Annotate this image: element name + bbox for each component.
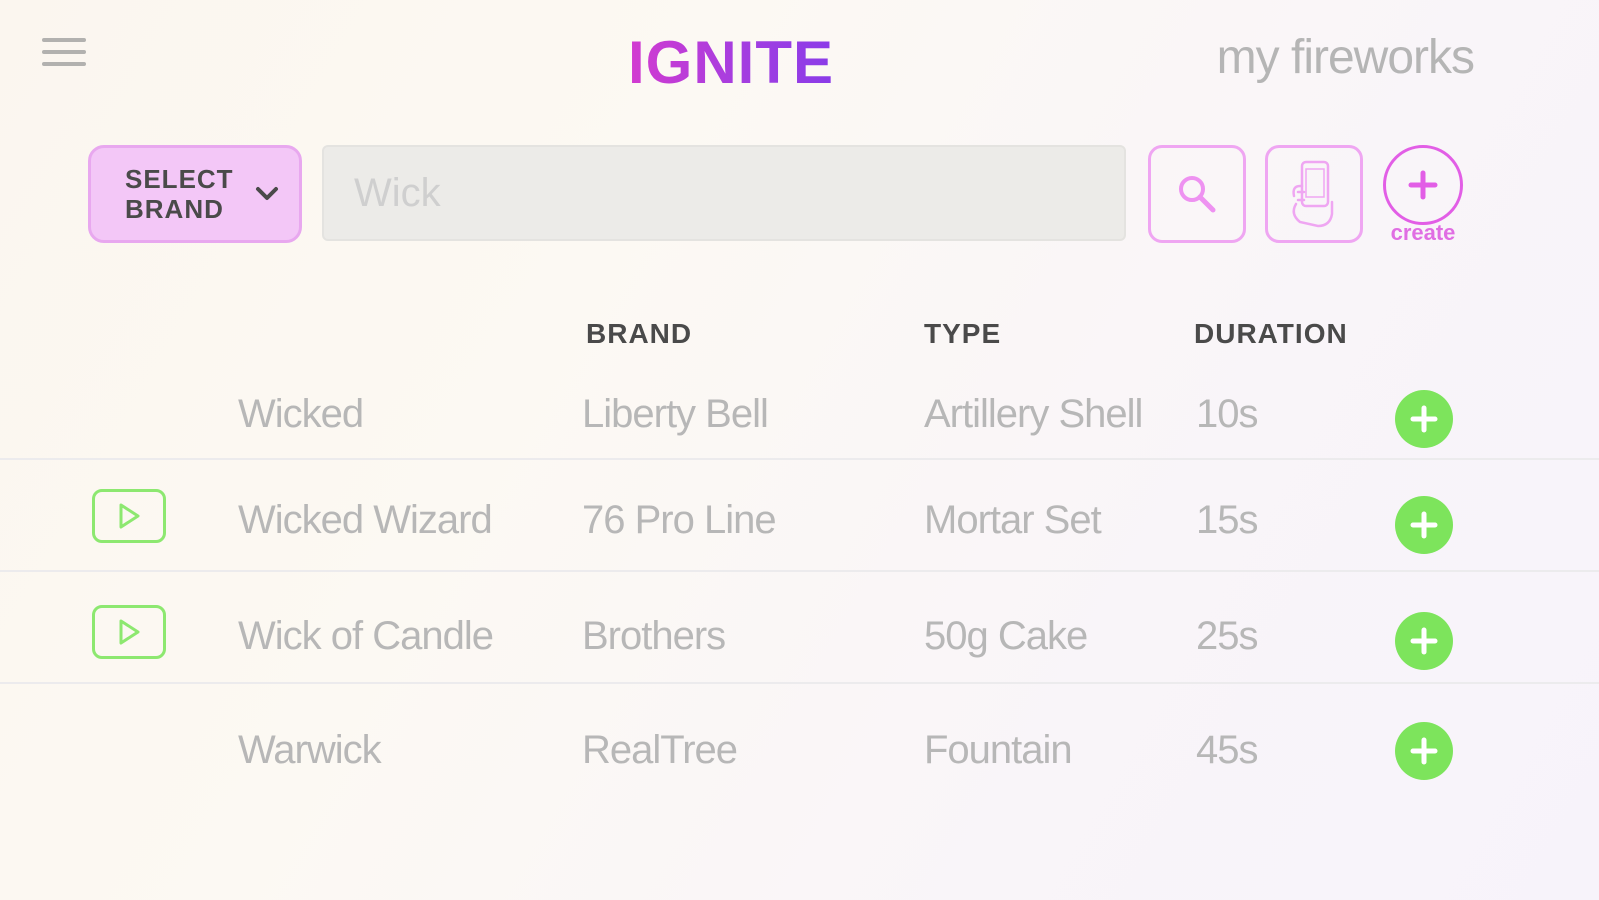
logo: IGNITE xyxy=(628,29,835,96)
play-icon xyxy=(119,619,140,645)
add-button[interactable] xyxy=(1395,722,1453,780)
table-row[interactable]: Wicked Wizard 76 Pro Line Mortar Set 15s xyxy=(0,460,1599,572)
table-row[interactable]: Wick of Candle Brothers 50g Cake 25s xyxy=(0,572,1599,684)
plus-icon xyxy=(1410,627,1438,655)
search-input[interactable] xyxy=(322,145,1126,241)
play-icon xyxy=(119,503,140,529)
select-brand-label: SELECT BRAND xyxy=(125,164,234,224)
firework-duration: 25s xyxy=(1196,614,1258,658)
select-brand-dropdown[interactable]: SELECT BRAND xyxy=(88,145,302,243)
create-button[interactable] xyxy=(1383,145,1463,225)
firework-duration: 15s xyxy=(1196,498,1258,542)
add-button[interactable] xyxy=(1395,612,1453,670)
firework-name: Warwick xyxy=(238,728,382,772)
firework-name: Wicked Wizard xyxy=(238,498,493,542)
firework-duration: 45s xyxy=(1196,728,1258,772)
search-button[interactable] xyxy=(1148,145,1246,243)
add-button[interactable] xyxy=(1395,496,1453,554)
phone-scan-button[interactable] xyxy=(1265,145,1363,243)
phone-scan-icon xyxy=(1292,160,1334,228)
create-label: create xyxy=(1390,220,1456,245)
chevron-down-icon xyxy=(256,187,278,200)
play-video-button[interactable] xyxy=(92,489,166,543)
firework-type: Mortar Set xyxy=(924,498,1102,542)
firework-type: Artillery Shell xyxy=(924,392,1143,436)
firework-duration: 10s xyxy=(1196,392,1258,436)
plus-icon xyxy=(1410,737,1438,765)
firework-name: Wick of Candle xyxy=(238,614,494,658)
my-fireworks-link[interactable]: my fireworks xyxy=(1217,30,1475,85)
play-video-button[interactable] xyxy=(92,605,166,659)
column-header-duration: DURATION xyxy=(1194,318,1348,349)
menu-icon[interactable] xyxy=(42,38,86,72)
firework-type: Fountain xyxy=(924,728,1073,772)
firework-brand: Liberty Bell xyxy=(582,392,769,436)
firework-brand: RealTree xyxy=(582,728,738,772)
plus-icon xyxy=(1408,170,1438,200)
table-row[interactable]: Wicked Liberty Bell Artillery Shell 10s xyxy=(0,360,1599,460)
add-button[interactable] xyxy=(1395,390,1453,448)
firework-name: Wicked xyxy=(238,392,364,436)
search-icon xyxy=(1179,176,1216,213)
table-row[interactable]: Warwick RealTree Fountain 45s xyxy=(0,686,1599,798)
column-header-type: TYPE xyxy=(924,318,1002,349)
firework-brand: Brothers xyxy=(582,614,726,658)
column-header-brand: BRAND xyxy=(586,318,693,349)
plus-icon xyxy=(1410,405,1438,433)
firework-brand: 76 Pro Line xyxy=(582,498,777,542)
plus-icon xyxy=(1410,511,1438,539)
firework-type: 50g Cake xyxy=(924,614,1088,658)
